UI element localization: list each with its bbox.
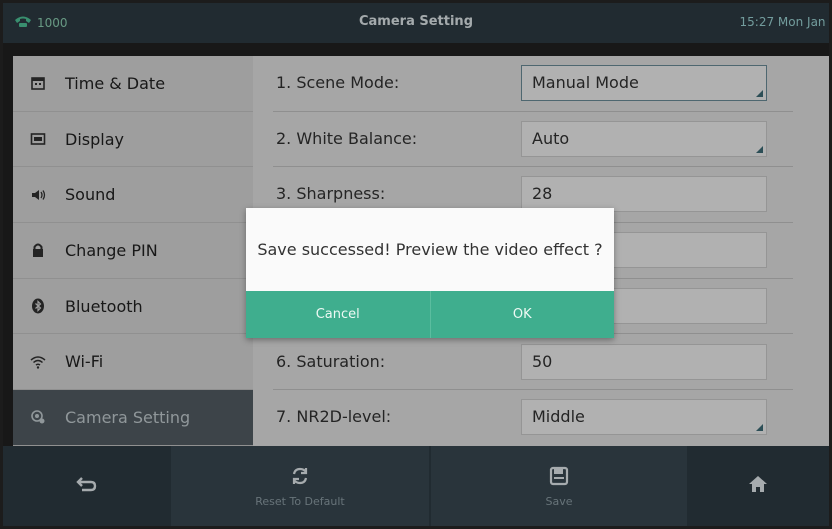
phone-screen: 1000 Camera Setting 15:27 Mon Jan 1 Time…	[0, 0, 832, 529]
dialog-message: Save successed! Preview the video effect…	[246, 208, 614, 291]
ok-button[interactable]: OK	[429, 291, 615, 338]
dialog-buttons: Cancel OK	[246, 291, 614, 338]
cancel-button[interactable]: Cancel	[246, 291, 430, 338]
save-confirm-dialog: Save successed! Preview the video effect…	[246, 208, 614, 338]
